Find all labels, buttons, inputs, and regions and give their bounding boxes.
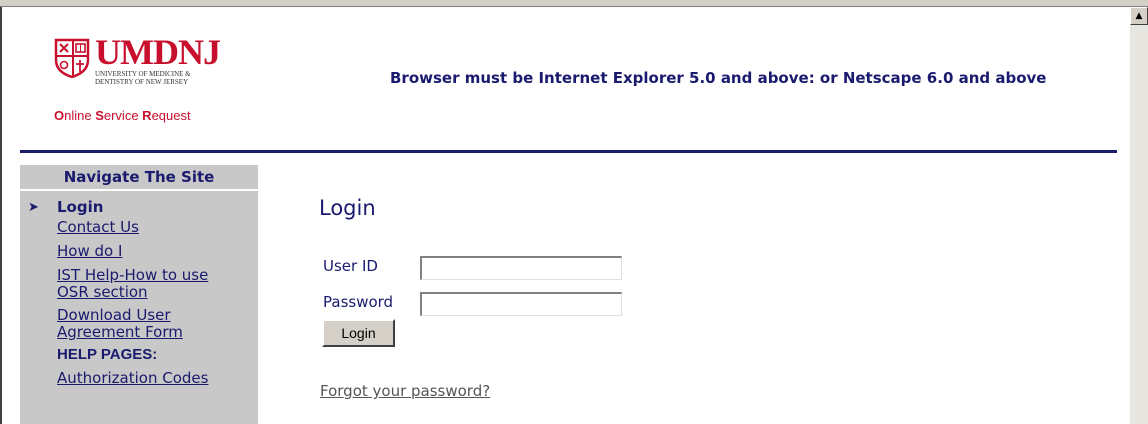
current-page-arrow-icon: ➤ — [28, 200, 39, 215]
header-divider — [20, 150, 1117, 153]
online-service-request-tagline: Online Service Request — [54, 108, 191, 123]
login-button[interactable]: Login — [322, 319, 395, 347]
forgot-password-link[interactable]: Forgot your password? — [320, 382, 490, 400]
sidebar-heading-label: HELP PAGES: — [57, 346, 158, 363]
logo-subtitle-line-2: Dentistry of New Jersey — [95, 78, 189, 86]
sidebar-item-authorization-codes[interactable]: Authorization Codes — [20, 370, 258, 387]
sidebar-item-download-agreement[interactable]: Download User Agreement Form — [20, 307, 227, 341]
tagline-letter-s: S — [95, 108, 104, 123]
sidebar-item-contact-us[interactable]: Contact Us — [20, 219, 258, 236]
sidebar-item-label: Login — [57, 198, 104, 216]
umdnj-shield-icon — [54, 38, 90, 78]
sidebar-item-login[interactable]: ➤ Login — [20, 199, 258, 216]
password-input[interactable] — [420, 292, 622, 316]
sidebar-item-label: Download User Agreement Form — [57, 306, 183, 341]
scroll-up-arrow-icon[interactable]: ▲ — [1130, 7, 1148, 25]
sidebar-header: Navigate The Site — [20, 165, 258, 191]
sidebar-heading-help-pages: HELP PAGES: — [20, 346, 258, 363]
tagline-letter-o: O — [54, 108, 65, 123]
vertical-scrollbar[interactable]: ▲ — [1130, 7, 1148, 424]
tagline-part-3: equest — [151, 108, 191, 123]
logo-subtitle: University of Medicine & Dentistry of Ne… — [95, 70, 245, 86]
sidebar-item-ist-help[interactable]: IST Help-How to use OSR section — [20, 267, 217, 301]
umdnj-logo[interactable]: UMDNJ University of Medicine & Dentistry… — [54, 34, 264, 128]
user-id-label: User ID — [323, 257, 378, 275]
user-id-input[interactable] — [420, 256, 622, 280]
sidebar-item-label: Contact Us — [57, 218, 139, 236]
sidebar-item-label: How do I — [57, 242, 123, 260]
tagline-part-1: nline — [64, 108, 96, 123]
password-label: Password — [323, 293, 394, 311]
browser-requirement-note: Browser must be Internet Explorer 5.0 an… — [390, 69, 1047, 87]
logo-title: UMDNJ — [95, 32, 221, 72]
tagline-part-2: ervice — [103, 108, 143, 123]
sidebar-nav: Navigate The Site ➤ Login Contact Us How… — [20, 165, 258, 424]
page-frame: UMDNJ University of Medicine & Dentistry… — [0, 7, 1130, 424]
sidebar-item-label: IST Help-How to use OSR section — [57, 266, 209, 301]
logo-subtitle-line-1: University of Medicine & — [95, 70, 191, 78]
sidebar-item-how-do-i[interactable]: How do I — [20, 243, 258, 260]
tagline-letter-r: R — [142, 108, 152, 123]
login-title: Login — [319, 196, 376, 220]
browser-toolbar-edge — [0, 0, 1148, 7]
sidebar-item-label: Authorization Codes — [57, 369, 209, 387]
